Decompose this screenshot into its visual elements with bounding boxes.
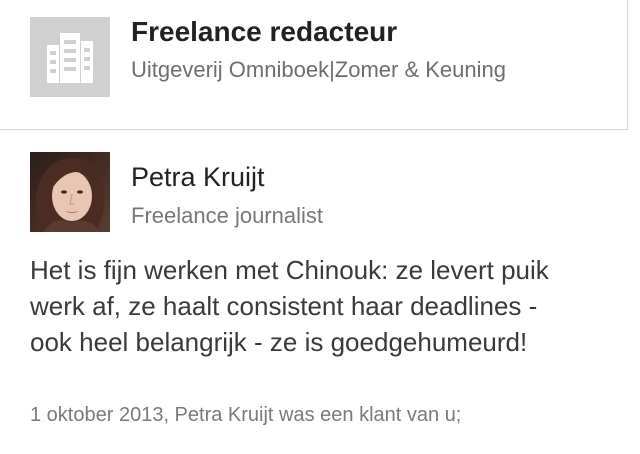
avatar[interactable] [30,152,110,232]
building-icon [47,33,93,83]
recommendation-text: Het is fijn werken met Chinouk: ze lever… [30,252,626,360]
job-title: Freelance redacteur [131,16,398,47]
recommendation-meta: 1 oktober 2013, Petra Kruijt was een kla… [30,404,462,426]
position-card[interactable]: Freelance redacteur Uitgeverij Omniboek|… [0,0,628,130]
recommendation-text-line: Het is fijn werken met Chinouk: ze lever… [30,255,549,285]
recommender-name[interactable]: Petra Kruijt [131,162,265,193]
company-name: Uitgeverij Omniboek|Zomer & Keuning [131,57,506,82]
recommender-headline: Freelance journalist [131,203,323,228]
recommendation-text-line: ook heel belangrijk - ze is goedgehumeur… [30,327,528,357]
company-logo [30,17,110,97]
profile-screen: Freelance redacteur Uitgeverij Omniboek|… [0,0,640,454]
recommendation-text-line: werk af, ze haalt consistent haar deadli… [30,291,538,321]
recommendation-card: Petra Kruijt Freelance journalist Het is… [0,130,628,454]
